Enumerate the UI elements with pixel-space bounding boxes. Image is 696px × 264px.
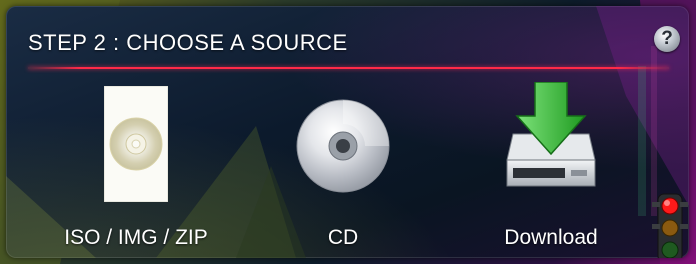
help-symbol: ? bbox=[661, 28, 673, 49]
disc-image-file-icon bbox=[104, 86, 168, 202]
option-label: Download bbox=[504, 226, 598, 249]
download-drive-icon bbox=[506, 82, 596, 187]
traffic-light-icon bbox=[652, 193, 688, 258]
help-icon[interactable]: ? bbox=[654, 26, 680, 52]
source-selection-panel: STEP 2 : CHOOSE A SOURCE ? ISO / IMG / Z… bbox=[6, 6, 689, 258]
title-divider bbox=[28, 67, 669, 69]
step-title: STEP 2 : CHOOSE A SOURCE bbox=[28, 30, 348, 55]
cd-disc-icon bbox=[296, 99, 390, 193]
option-label: CD bbox=[327, 226, 359, 249]
option-label: ISO / IMG / ZIP bbox=[64, 226, 208, 249]
